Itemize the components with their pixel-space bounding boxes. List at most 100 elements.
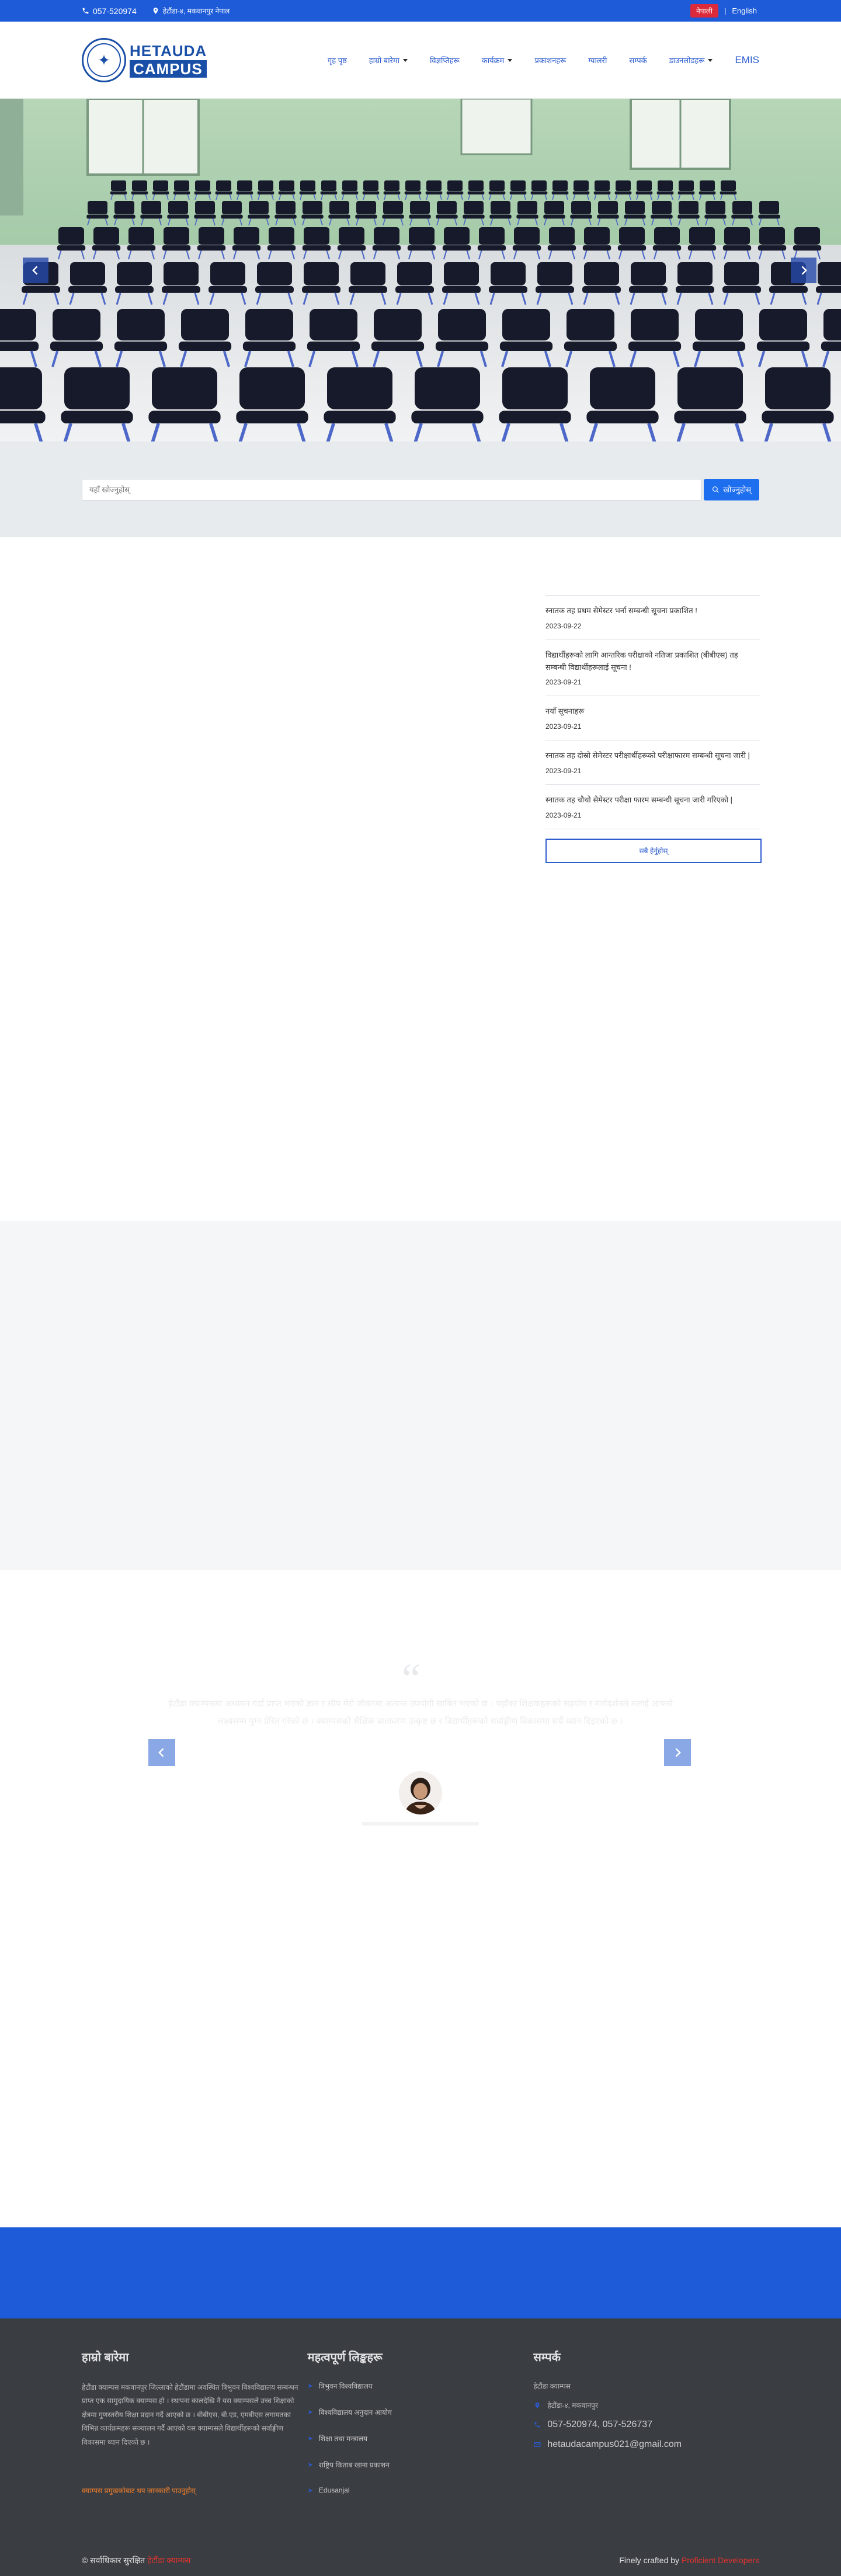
footer-link-label: Edusanjal [318,2486,350,2494]
news-item[interactable]: स्नातक तह दोस्रो सेमेस्टर परीक्षार्थीहरू… [545,740,760,784]
contact-name: हेटौंडा क्याम्पस [533,2381,759,2391]
news-item[interactable]: स्नातक तह प्रथम सेमेस्टर भर्ना सम्बन्धी … [545,595,760,639]
news-title[interactable]: नयाँ सूचनाहरू [545,705,760,718]
nav-downloads[interactable]: डाउनलोडहरू [658,55,724,65]
chair-seat [404,191,422,194]
contact-phone-text[interactable]: 057-520974, 057-526737 [547,2419,652,2430]
chair-seat [582,245,611,251]
nav-notices[interactable]: विज्ञप्तिहरू [419,55,471,65]
news-section: स्नातक तह प्रथम सेमेस्टर भर्ना सम्बन्धी … [0,537,841,1221]
chair-seat [586,411,659,423]
chair-seat [257,191,274,194]
testimonial-next-button[interactable] [664,1739,691,1766]
chair-back [168,201,188,214]
chair-seat [371,341,425,351]
phone-icon [533,2421,541,2429]
chair-back [464,201,484,214]
footer-link[interactable]: ➤ राष्ट्रिय किताब खाना प्रकाशन [308,2460,534,2470]
contact-email-text[interactable]: hetaudacampus021@gmail.com [547,2439,682,2450]
chair-back [356,201,376,214]
credit-developer-link[interactable]: Proficient Developers [682,2556,759,2565]
chair-seat [110,191,127,194]
news-item[interactable]: स्नातक तह चौथो सेमेस्टर परीक्षा फारम सम्… [545,784,760,829]
news-item[interactable]: नयाँ सूचनाहरू 2023-09-21 [545,696,760,740]
lang-english-link[interactable]: English [732,6,757,15]
chair-seat [463,214,485,219]
chair-back [654,227,680,245]
footer-about-title: हाम्रो बारेमा [82,2351,129,2364]
nav-label: विज्ञप्तिहरू [430,56,460,65]
chair-seat [0,411,46,423]
chair-seat [692,341,746,351]
nav-emis[interactable]: EMIS [724,54,759,66]
site-logo[interactable]: ✦ HETAUDA CAMPUS [82,38,207,82]
chair-back [245,309,293,340]
news-title[interactable]: स्नातक तह दोस्रो सेमेस्टर परीक्षार्थीहरू… [545,750,760,762]
site-header: ✦ HETAUDA CAMPUS गृह पृष्ठ हाम्रो बारेमा… [0,22,841,99]
chair-back [174,180,189,191]
news-title[interactable]: विद्यार्थीहरूको लागि आन्तरिक परीक्षाको न… [545,649,760,674]
search-button[interactable]: खोज्नुहोस् [704,478,759,500]
chair-seat [178,341,232,351]
chair-seat [512,245,541,251]
footer-link[interactable]: ➤ विश्वविद्यालय अनुदान आयोग [308,2407,534,2417]
nav-label: प्रकाशनहरू [534,56,567,65]
chair-back [93,227,119,245]
chair-back [531,180,547,191]
chair-seat [722,286,761,293]
chair-seat [267,245,296,251]
chair-back [132,180,147,191]
view-all-news-button[interactable]: सबै हेर्नुहोस् [545,838,762,863]
nav-publications[interactable]: प्रकाशनहरू [523,55,577,65]
chair-back [491,201,510,214]
chair-back [552,180,568,191]
chair-seat [148,411,221,423]
nav-about[interactable]: हाम्रो बारेमा [358,55,419,65]
chair-seat [236,411,308,423]
chair-back [537,262,572,286]
chair-seat [215,191,232,194]
slider-next-button[interactable] [791,258,816,283]
nav-gallery[interactable]: ग्यालरी [577,55,618,65]
nav-home[interactable]: गृह पृष्ठ [317,55,358,65]
testimonial-prev-button[interactable] [148,1739,175,1766]
slider-prev-button[interactable] [23,258,48,283]
chair-seat [698,191,716,194]
chair-seat [509,191,527,194]
nav-programs[interactable]: कार्यक्रम [471,55,524,65]
chair-back [677,262,713,286]
chair-seat [409,214,431,219]
chair-back [700,180,715,191]
chevron-right-icon [801,266,807,275]
contact-name-text: हेटौंडा क्याम्पस [533,2382,571,2390]
chair-seat [547,245,576,251]
chair-seat [674,411,746,423]
nav-contact[interactable]: सम्पर्क [618,55,658,65]
chair-seat [687,245,717,251]
chair-seat [320,191,338,194]
search-input[interactable] [82,478,702,500]
chair-seat [236,191,253,194]
testimonial-author-placeholder [362,1822,479,1826]
footer-link-label: शिक्षा तथा मन्त्रालय [318,2435,368,2443]
chair-seat [162,286,200,293]
footer-about-more-link[interactable]: क्याम्पस प्रमुखकोबाट थप जानकारी पाउनुहोस… [82,2485,308,2495]
news-title[interactable]: स्नातक तह प्रथम सेमेस्टर भर्ना सम्बन्धी … [545,605,760,617]
chair-seat [769,286,808,293]
chair-seat [516,214,538,219]
chair-back [544,201,564,214]
chair-seat [762,411,834,423]
footer-link[interactable]: ➤ Edusanjal [308,2486,534,2494]
chair-back [310,309,357,340]
copyright-owner-link[interactable]: हेटौंडा क्याम्पस [147,2556,190,2565]
chair-seat [208,286,247,293]
chair-seat [816,286,841,293]
chair-back [468,180,484,191]
chair-back [88,201,107,214]
footer-link[interactable]: ➤ शिक्षा तथा मन्त्रालय [308,2434,534,2443]
footer-link[interactable]: ➤ त्रिभुवन विश्वविद्यालय [308,2381,534,2391]
news-item[interactable]: विद्यार्थीहरूको लागि आन्तरिक परीक्षाको न… [545,639,760,696]
chair-back [210,262,245,286]
lang-nepali-button[interactable]: नेपाली [690,4,718,18]
news-title[interactable]: स्नातक तह चौथो सेमेस्टर परीक्षा फारम सम्… [545,794,760,806]
